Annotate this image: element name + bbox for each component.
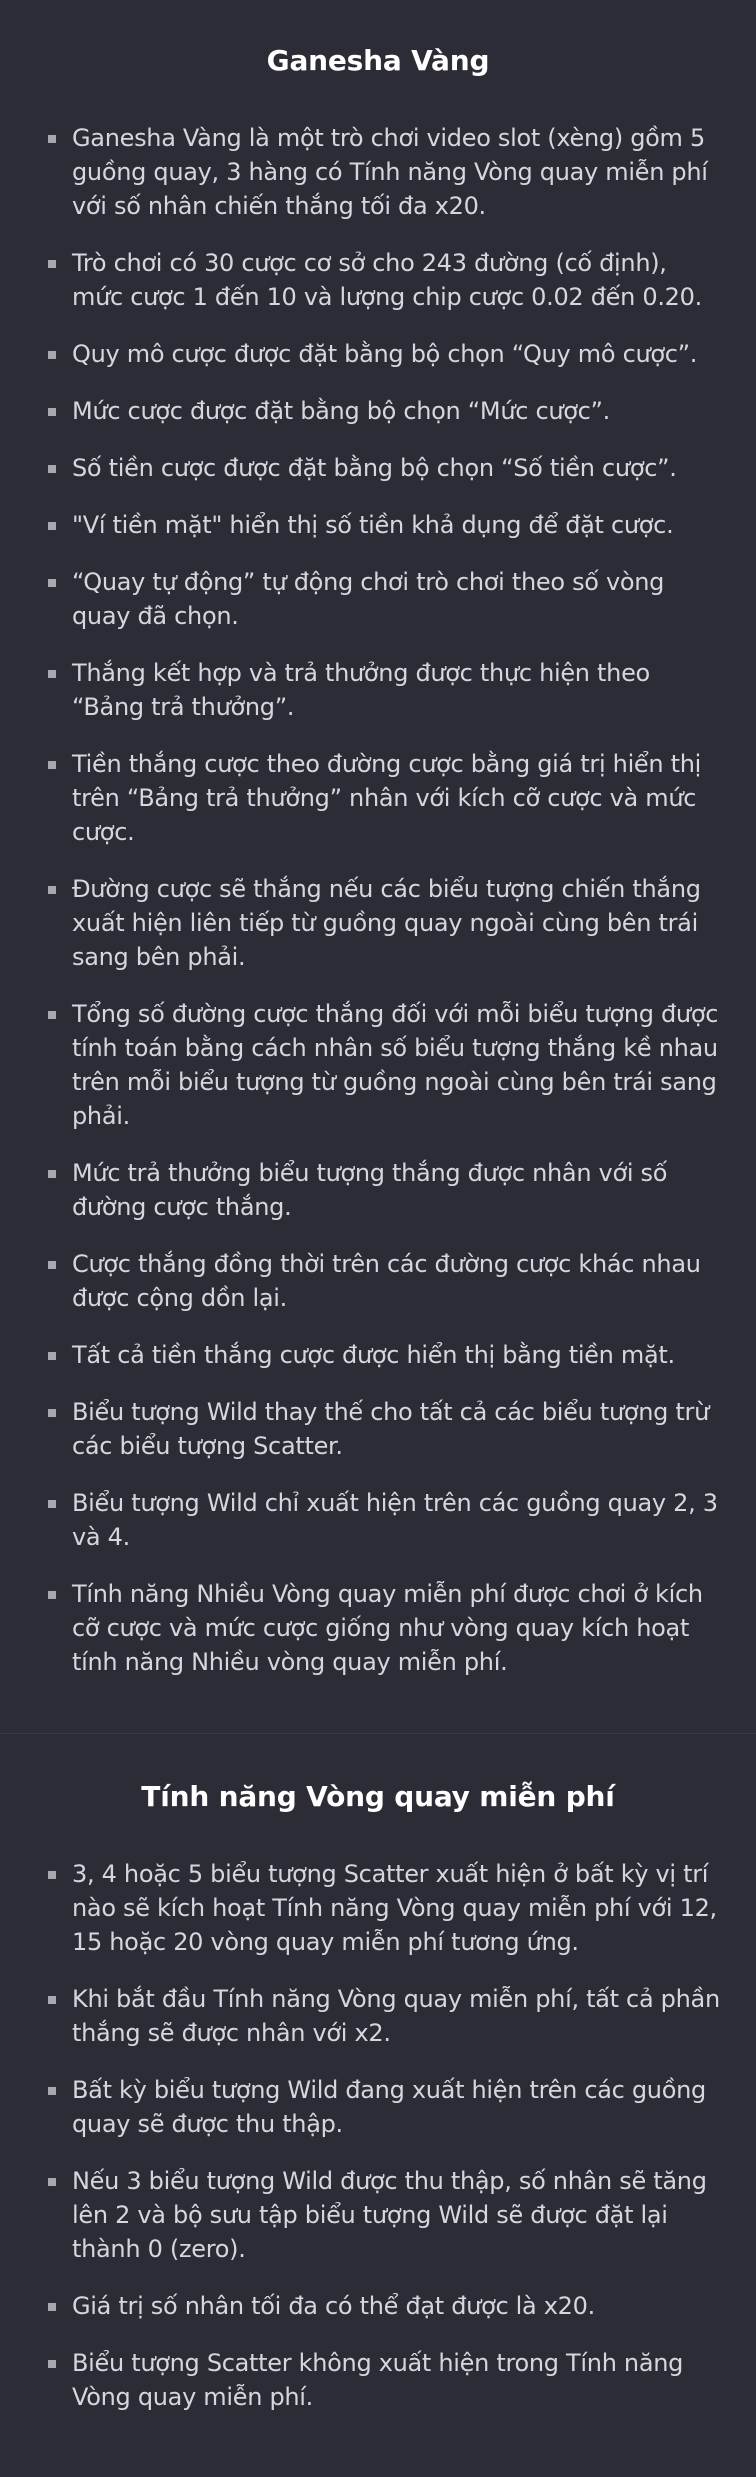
list-item-text: Cược thắng đồng thời trên các đường cược… xyxy=(72,1250,701,1312)
free-spins-list: 3, 4 hoặc 5 biểu tượng Scatter xuất hiện… xyxy=(34,1857,722,2414)
list-item: Số tiền cược được đặt bằng bộ chọn “Số t… xyxy=(34,451,722,485)
list-item-text: Giá trị số nhân tối đa có thể đạt được l… xyxy=(72,2292,595,2320)
list-item: Tiền thắng cược theo đường cược bằng giá… xyxy=(34,747,722,849)
bullet-icon xyxy=(48,2178,56,2186)
list-item: Đường cược sẽ thắng nếu các biểu tượng c… xyxy=(34,872,722,974)
list-item-text: Biểu tượng Wild thay thế cho tất cả các … xyxy=(72,1398,710,1460)
list-item: 3, 4 hoặc 5 biểu tượng Scatter xuất hiện… xyxy=(34,1857,722,1959)
list-item: Khi bắt đầu Tính năng Vòng quay miễn phí… xyxy=(34,1982,722,2050)
list-item-text: Tính năng Nhiều Vòng quay miễn phí được … xyxy=(72,1580,703,1676)
bullet-icon xyxy=(48,1170,56,1178)
list-item-text: Tiền thắng cược theo đường cược bằng giá… xyxy=(72,750,702,846)
bullet-icon xyxy=(48,1996,56,2004)
list-item: Tất cả tiền thắng cược được hiển thị bằn… xyxy=(34,1338,722,1372)
bullet-icon xyxy=(48,1011,56,1019)
list-item-text: Mức cược được đặt bằng bộ chọn “Mức cược… xyxy=(72,397,611,425)
bullet-icon xyxy=(48,1500,56,1508)
bullet-icon xyxy=(48,351,56,359)
bullet-icon xyxy=(48,1871,56,1879)
bullet-icon xyxy=(48,1591,56,1599)
list-item: Biểu tượng Wild thay thế cho tất cả các … xyxy=(34,1395,722,1463)
rules-section: Ganesha Vàng Ganesha Vàng là một trò chơ… xyxy=(0,0,756,1733)
bullet-icon xyxy=(48,1261,56,1269)
list-item-text: “Quay tự động” tự động chơi trò chơi the… xyxy=(72,568,665,630)
bullet-icon xyxy=(48,670,56,678)
bullet-icon xyxy=(48,2360,56,2368)
bullet-icon xyxy=(48,260,56,268)
list-item: Nếu 3 biểu tượng Wild được thu thập, số … xyxy=(34,2164,722,2266)
list-item: Thắng kết hợp và trả thưởng được thực hi… xyxy=(34,656,722,724)
section-title: Ganesha Vàng xyxy=(266,44,490,77)
list-item-text: Biểu tượng Wild chỉ xuất hiện trên các g… xyxy=(72,1489,718,1551)
bullet-icon xyxy=(48,522,56,530)
list-item-text: Đường cược sẽ thắng nếu các biểu tượng c… xyxy=(72,875,701,971)
bullet-icon xyxy=(48,1409,56,1417)
list-item-text: "Ví tiền mặt" hiển thị số tiền khả dụng … xyxy=(72,511,674,539)
list-item: Quy mô cược được đặt bằng bộ chọn “Quy m… xyxy=(34,337,722,371)
bullet-icon xyxy=(48,579,56,587)
list-item: Tính năng Nhiều Vòng quay miễn phí được … xyxy=(34,1577,722,1679)
list-item: “Quay tự động” tự động chơi trò chơi the… xyxy=(34,565,722,633)
list-item: Mức trả thưởng biểu tượng thắng được nhâ… xyxy=(34,1156,722,1224)
list-item-text: Tất cả tiền thắng cược được hiển thị bằn… xyxy=(72,1341,675,1369)
free-spins-section: Tính năng Vòng quay miễn phí 3, 4 hoặc 5… xyxy=(0,1733,756,2477)
list-item: Ganesha Vàng là một trò chơi video slot … xyxy=(34,121,722,223)
bullet-icon xyxy=(48,408,56,416)
list-item-text: Trò chơi có 30 cược cơ sở cho 243 đường … xyxy=(72,249,702,311)
list-item: Bất kỳ biểu tượng Wild đang xuất hiện tr… xyxy=(34,2073,722,2141)
list-item-text: Số tiền cược được đặt bằng bộ chọn “Số t… xyxy=(72,454,677,482)
bullet-icon xyxy=(48,886,56,894)
list-item-text: Quy mô cược được đặt bằng bộ chọn “Quy m… xyxy=(72,340,698,368)
list-item-text: Nếu 3 biểu tượng Wild được thu thập, số … xyxy=(72,2167,707,2263)
bullet-icon xyxy=(48,2303,56,2311)
list-item-text: Biểu tượng Scatter không xuất hiện trong… xyxy=(72,2349,684,2411)
list-item-text: Thắng kết hợp và trả thưởng được thực hi… xyxy=(72,659,650,721)
list-item: Trò chơi có 30 cược cơ sở cho 243 đường … xyxy=(34,246,722,314)
list-item-text: Mức trả thưởng biểu tượng thắng được nhâ… xyxy=(72,1159,668,1221)
list-item: Cược thắng đồng thời trên các đường cược… xyxy=(34,1247,722,1315)
list-item: Biểu tượng Wild chỉ xuất hiện trên các g… xyxy=(34,1486,722,1554)
bullet-icon xyxy=(48,2087,56,2095)
list-item-text: Ganesha Vàng là một trò chơi video slot … xyxy=(72,124,708,220)
list-item: "Ví tiền mặt" hiển thị số tiền khả dụng … xyxy=(34,508,722,542)
list-item-text: Bất kỳ biểu tượng Wild đang xuất hiện tr… xyxy=(72,2076,706,2138)
bullet-icon xyxy=(48,465,56,473)
section-title: Tính năng Vòng quay miễn phí xyxy=(141,1780,615,1813)
list-item: Mức cược được đặt bằng bộ chọn “Mức cược… xyxy=(34,394,722,428)
bullet-icon xyxy=(48,761,56,769)
bullet-icon xyxy=(48,135,56,143)
list-item-text: 3, 4 hoặc 5 biểu tượng Scatter xuất hiện… xyxy=(72,1860,717,1956)
list-item: Giá trị số nhân tối đa có thể đạt được l… xyxy=(34,2289,722,2323)
list-item: Tổng số đường cược thắng đối với mỗi biể… xyxy=(34,997,722,1133)
list-item: Biểu tượng Scatter không xuất hiện trong… xyxy=(34,2346,722,2414)
list-item-text: Khi bắt đầu Tính năng Vòng quay miễn phí… xyxy=(72,1985,720,2047)
list-item-text: Tổng số đường cược thắng đối với mỗi biể… xyxy=(72,1000,719,1130)
rules-list: Ganesha Vàng là một trò chơi video slot … xyxy=(34,121,722,1679)
bullet-icon xyxy=(48,1352,56,1360)
